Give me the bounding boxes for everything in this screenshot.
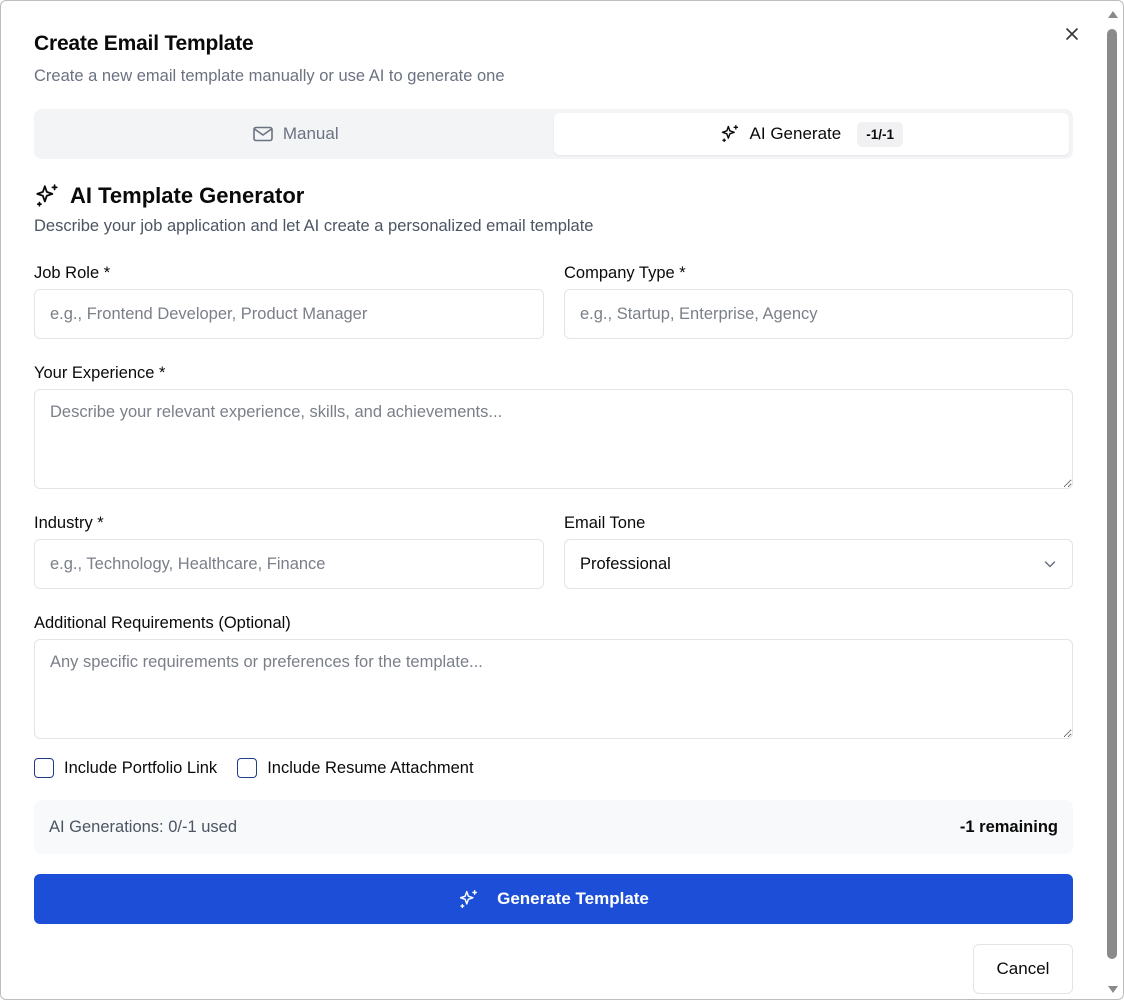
industry-input[interactable]	[34, 539, 544, 589]
additional-requirements-label: Additional Requirements (Optional)	[34, 614, 291, 632]
scroll-up-arrow-icon[interactable]	[1108, 11, 1118, 18]
section-heading: AI Template Generator	[34, 183, 304, 209]
additional-requirements-textarea[interactable]	[34, 639, 1073, 739]
ai-usage-remaining: -1 remaining	[959, 817, 1058, 836]
include-options: Include Portfolio Link Include Resume At…	[34, 758, 494, 778]
tab-ai-generate[interactable]: AI Generate -1/-1	[553, 113, 1069, 155]
email-tone-label: Email Tone	[564, 514, 646, 532]
dialog-scrollbar[interactable]	[1105, 7, 1119, 997]
tab-manual-label: Manual	[282, 124, 339, 143]
include-resume-option[interactable]: Include Resume Attachment	[237, 758, 474, 778]
generation-count-badge: -1/-1	[857, 121, 903, 147]
chevron-down-icon	[1044, 561, 1056, 568]
email-tone-select[interactable]: Professional	[564, 539, 1073, 589]
dialog-title: Create Email Template	[34, 32, 254, 55]
dialog-subtitle: Create a new email template manually or …	[34, 67, 505, 85]
company-type-input[interactable]	[564, 289, 1073, 339]
experience-label: Your Experience *	[34, 364, 166, 382]
close-button[interactable]	[1059, 21, 1085, 47]
mail-icon	[253, 126, 273, 142]
section-description: Describe your job application and let AI…	[34, 217, 594, 235]
ai-usage-used: AI Generations: 0/-1 used	[49, 817, 238, 836]
job-role-label: Job Role *	[34, 264, 111, 282]
job-role-input[interactable]	[34, 289, 544, 339]
include-resume-label: Include Resume Attachment	[267, 758, 474, 777]
sparkles-icon	[721, 125, 738, 143]
ai-usage-panel: AI Generations: 0/-1 used -1 remaining	[34, 800, 1073, 854]
industry-label: Industry *	[34, 514, 104, 532]
section-title: AI Template Generator	[70, 183, 305, 208]
generate-template-button[interactable]: Generate Template	[34, 874, 1073, 924]
create-template-dialog: Create Email Template Create a new email…	[0, 0, 1124, 1000]
include-portfolio-checkbox[interactable]	[34, 758, 54, 778]
sparkles-icon	[36, 184, 58, 207]
email-tone-value: Professional	[580, 554, 671, 573]
include-portfolio-option[interactable]: Include Portfolio Link	[34, 758, 217, 778]
tab-manual[interactable]: Manual	[38, 113, 554, 155]
mode-tabs: Manual AI Generate -1/-1	[34, 109, 1073, 159]
scroll-down-arrow-icon[interactable]	[1108, 986, 1118, 993]
generate-template-label: Generate Template	[497, 889, 649, 908]
company-type-label: Company Type *	[564, 264, 686, 282]
tab-ai-generate-label: AI Generate	[749, 124, 842, 143]
experience-textarea[interactable]	[34, 389, 1073, 489]
scroll-thumb[interactable]	[1107, 29, 1117, 959]
cancel-button[interactable]: Cancel	[973, 944, 1073, 994]
include-portfolio-label: Include Portfolio Link	[64, 758, 218, 777]
close-icon	[1066, 28, 1078, 40]
include-resume-checkbox[interactable]	[237, 758, 258, 778]
sparkles-icon	[459, 889, 478, 908]
